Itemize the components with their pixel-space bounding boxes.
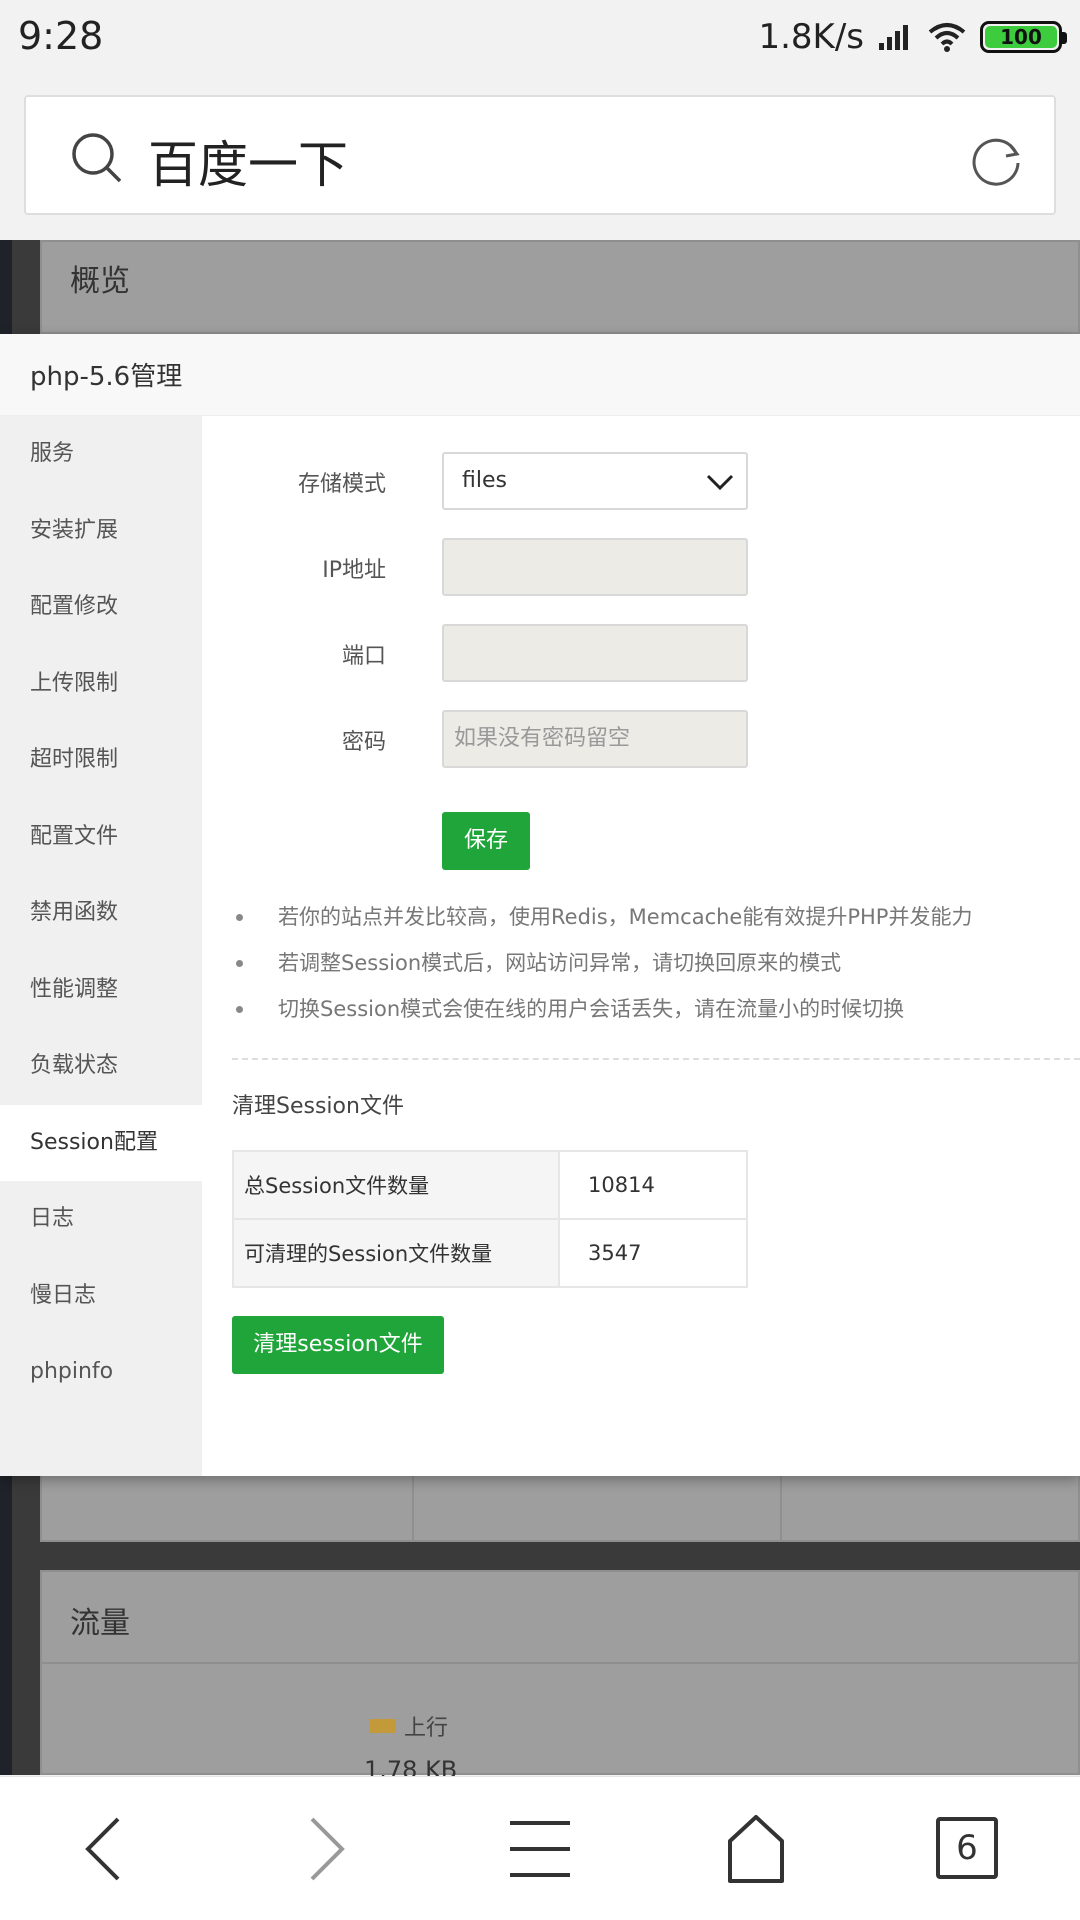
password-input[interactable]: 如果没有密码留空 (442, 710, 748, 768)
search-icon (72, 133, 122, 183)
tips-list: 若你的站点并发比较高，使用Redis，Memcache能有效提升PHP并发能力 … (232, 894, 1072, 1032)
sidebar-item-timeout-limit[interactable]: 超时限制 (0, 722, 202, 799)
browser-bottom-nav: 6 (0, 1776, 1080, 1920)
status-icons: 1.8K/s 100 (758, 14, 1067, 60)
php-manage-modal: php-5.6管理 服务 安装扩展 配置修改 上传限制 超时限制 配置文件 禁用… (0, 334, 1080, 1476)
ip-row: IP地址 (202, 538, 802, 596)
back-icon[interactable] (66, 1809, 146, 1889)
tabs-button[interactable]: 6 (936, 1817, 998, 1879)
sidebar-item-load-status[interactable]: 负载状态 (0, 1028, 202, 1105)
cleanup-section-title: 清理Session文件 (232, 1094, 404, 1119)
search-text[interactable]: 百度一下 (148, 125, 348, 197)
modal-header: php-5.6管理 (0, 334, 1080, 416)
upload-legend-swatch (370, 1719, 396, 1733)
save-button[interactable]: 保存 (442, 812, 530, 870)
sidebar-item-service[interactable]: 服务 (0, 416, 202, 493)
sidebar-item-phpinfo[interactable]: phpinfo (0, 1334, 202, 1411)
table-value: 10814 (558, 1150, 748, 1220)
sidebar-item-disabled-functions[interactable]: 禁用函数 (0, 875, 202, 952)
browser-search-bar[interactable]: 百度一下 (24, 95, 1056, 215)
storage-mode-label: 存储模式 (297, 472, 386, 497)
sidebar-item-config-edit[interactable]: 配置修改 (0, 569, 202, 646)
network-speed: 1.8K/s (758, 17, 864, 57)
sidebar-item-performance[interactable]: 性能调整 (0, 952, 202, 1029)
password-row: 密码 如果没有密码留空 (202, 710, 802, 768)
overview-panel: 概览 (40, 240, 1080, 334)
traffic-legend-upload: 上行 (370, 1710, 448, 1742)
sidebar-item-session-config[interactable]: Session配置 (0, 1104, 202, 1181)
tab-count: 6 (956, 1828, 978, 1868)
storage-mode-row: 存储模式 files (202, 452, 802, 510)
sidebar-item-log[interactable]: 日志 (0, 1181, 202, 1258)
status-time: 9:28 (18, 14, 104, 58)
forward-icon[interactable] (284, 1809, 364, 1889)
traffic-title: 流量 (70, 1606, 130, 1641)
sidebar-item-upload-limit[interactable]: 上传限制 (0, 646, 202, 723)
traffic-panel: 流量 上行 1.78 KB (40, 1570, 1080, 1784)
tip-item: 若你的站点并发比较高，使用Redis，Memcache能有效提升PHP并发能力 (232, 894, 1072, 940)
battery-icon: 100 (980, 21, 1067, 53)
tip-item: 若调整Session模式后，网站访问异常，请切换回原来的模式 (232, 940, 1072, 986)
port-input[interactable] (442, 624, 748, 682)
port-label: 端口 (341, 644, 386, 669)
battery-level: 100 (985, 25, 1057, 49)
sidebar-item-slow-log[interactable]: 慢日志 (0, 1258, 202, 1335)
section-divider (232, 1058, 1080, 1060)
table-row: 可清理的Session文件数量 3547 (232, 1218, 748, 1288)
storage-mode-select[interactable]: files (442, 452, 748, 510)
table-row: 总Session文件数量 10814 (232, 1150, 748, 1220)
table-key: 可清理的Session文件数量 (232, 1218, 560, 1288)
signal-icon (879, 25, 908, 50)
clean-session-button[interactable]: 清理session文件 (232, 1316, 444, 1374)
password-label: 密码 (341, 730, 386, 755)
port-row: 端口 (202, 624, 802, 682)
chevron-down-icon (706, 474, 734, 491)
wifi-icon (928, 23, 966, 52)
sidebar-item-install-extension[interactable]: 安装扩展 (0, 493, 202, 570)
session-config-content: 存储模式 files IP地址 端口 密码 如果没有密码留空 保存 若你的站点并… (202, 416, 1080, 1476)
tip-item: 切换Session模式会使在线的用户会话丢失，请在流量小的时候切换 (232, 986, 1072, 1032)
reload-icon[interactable] (968, 131, 1024, 187)
home-icon[interactable] (716, 1809, 796, 1889)
overview-title: 概览 (70, 264, 130, 299)
stats-panel-bottom (40, 1476, 1080, 1542)
status-bar: 9:28 1.8K/s 100 (0, 0, 1080, 75)
modal-sidebar: 服务 安装扩展 配置修改 上传限制 超时限制 配置文件 禁用函数 性能调整 负载… (0, 416, 202, 1476)
table-key: 总Session文件数量 (232, 1150, 560, 1220)
session-stats-table: 总Session文件数量 10814 可清理的Session文件数量 3547 (232, 1150, 748, 1288)
menu-icon[interactable] (500, 1809, 580, 1889)
sidebar-item-config-file[interactable]: 配置文件 (0, 799, 202, 876)
table-value: 3547 (558, 1218, 748, 1288)
ip-label: IP地址 (322, 558, 386, 583)
storage-mode-value: files (462, 468, 507, 493)
upload-legend-label: 上行 (404, 1716, 449, 1741)
ip-input[interactable] (442, 538, 748, 596)
modal-title: php-5.6管理 (30, 362, 183, 392)
